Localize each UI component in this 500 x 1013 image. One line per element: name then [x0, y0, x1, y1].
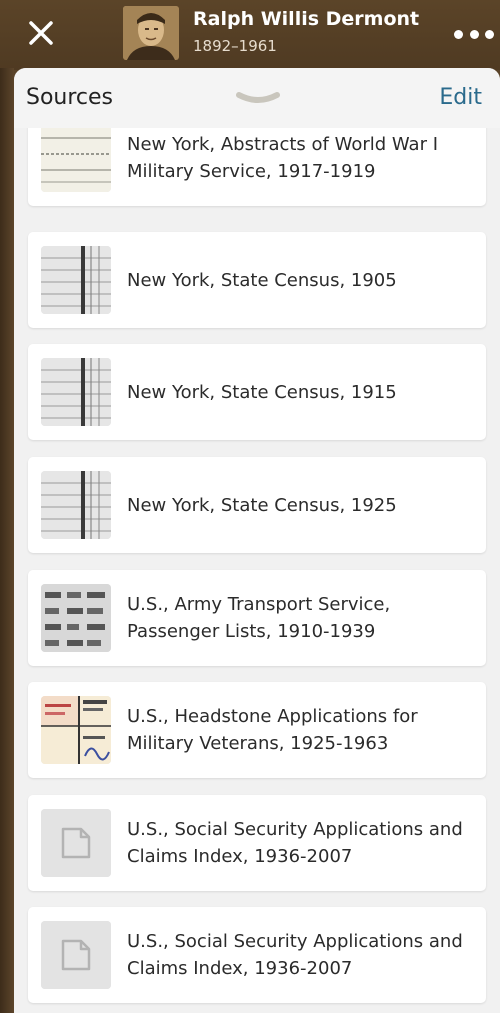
- source-title: U.S., Social Security Applications and C…: [127, 931, 463, 979]
- person-dates: 1892–1961: [193, 37, 277, 55]
- more-horizontal-icon: [469, 29, 479, 39]
- source-card[interactable]: U.S., Social Security Applications and C…: [28, 795, 486, 891]
- source-title: U.S., Social Security Applications and C…: [127, 819, 463, 867]
- top-bar: Ralph Willis Dermont 1892–1961: [0, 0, 500, 70]
- person-avatar[interactable]: [123, 6, 179, 60]
- sheet-title: Sources: [26, 85, 114, 110]
- more-horizontal-icon: [454, 29, 463, 39]
- source-thumbnail: [41, 246, 111, 314]
- source-card[interactable]: New York, State Census, 1915: [28, 344, 486, 440]
- close-icon: [29, 21, 53, 45]
- source-title: New York, State Census, 1925: [127, 494, 397, 516]
- source-card[interactable]: U.S., Headstone Applications for Militar…: [28, 682, 486, 778]
- source-card[interactable]: New York, State Census, 1905: [28, 232, 486, 328]
- source-title: U.S., Army Transport Service, Passenger …: [127, 594, 391, 642]
- sources-list: New York, Abstracts of World War I Milit…: [14, 128, 500, 1013]
- close-button[interactable]: [24, 16, 58, 50]
- drag-handle-icon[interactable]: [236, 90, 280, 104]
- person-name: Ralph Willis Dermont: [193, 8, 420, 30]
- source-thumbnail: [41, 471, 111, 539]
- document-icon: [41, 921, 111, 989]
- sheet-header: Sources Edit: [14, 68, 500, 128]
- source-card[interactable]: U.S., Army Transport Service, Passenger …: [28, 570, 486, 666]
- source-thumbnail: [41, 358, 111, 426]
- source-title: U.S., Headstone Applications for Militar…: [127, 706, 418, 754]
- more-horizontal-icon: [485, 29, 494, 39]
- more-button[interactable]: [454, 24, 494, 44]
- source-thumbnail: [41, 128, 111, 192]
- source-card[interactable]: U.S., Social Security Applications and C…: [28, 907, 486, 1003]
- source-thumbnail: [41, 696, 111, 764]
- document-icon: [41, 809, 111, 877]
- source-card[interactable]: New York, State Census, 1925: [28, 457, 486, 553]
- sources-sheet: Sources Edit New York, Abstracts of Worl…: [14, 68, 500, 1013]
- edit-button[interactable]: Edit: [439, 85, 482, 110]
- source-thumbnail: [41, 584, 111, 652]
- source-title: New York, State Census, 1905: [127, 269, 397, 291]
- source-title: New York, State Census, 1915: [127, 381, 397, 403]
- background-edge: [0, 68, 14, 1013]
- source-card[interactable]: New York, Abstracts of World War I Milit…: [28, 128, 486, 206]
- source-title: New York, Abstracts of World War I Milit…: [127, 134, 439, 182]
